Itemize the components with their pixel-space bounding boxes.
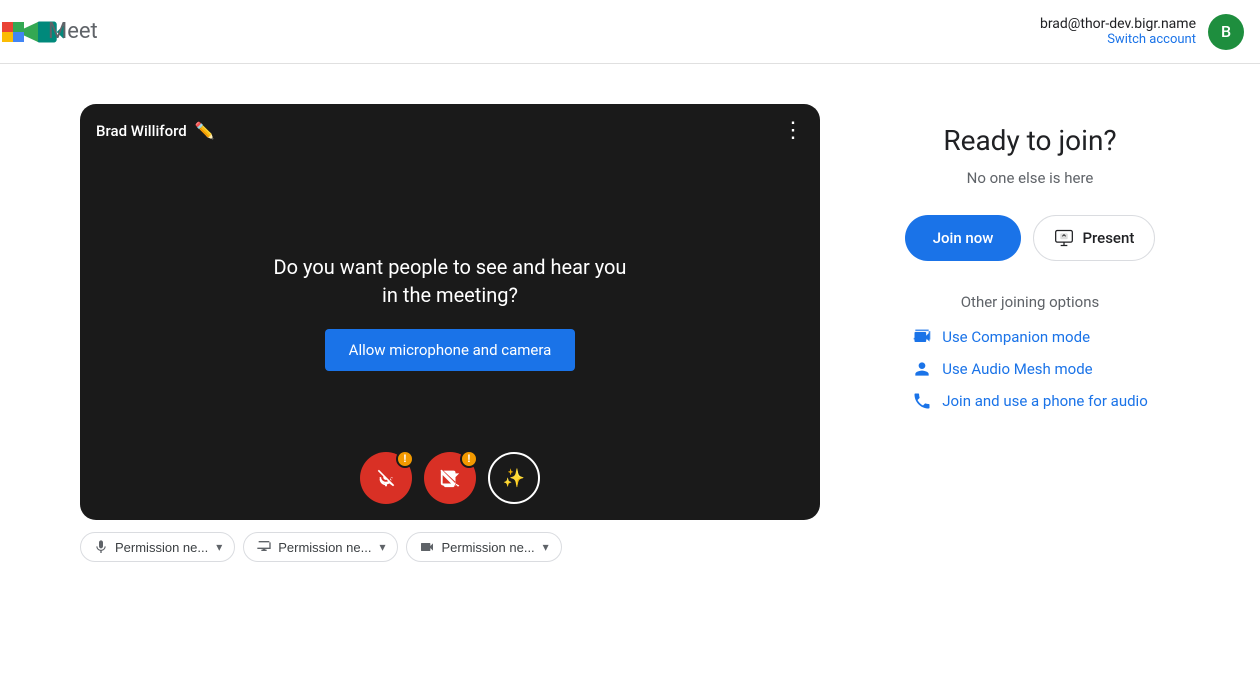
present-label: Present [1082,229,1134,247]
companion-mode-label: Use Companion mode [942,328,1090,346]
camera-permission-bar[interactable]: Permission ne... ▾ [406,532,561,562]
no-one-subtitle: No one else is here [967,169,1094,187]
edit-name-icon[interactable]: ✏️ [195,121,215,140]
camera-off-icon [439,467,461,489]
video-header: Brad Williford ✏️ ⋮ [80,104,820,157]
more-options-icon[interactable]: ⋮ [782,118,804,143]
other-options-title: Other joining options [961,293,1100,311]
join-buttons: Join now Present [905,215,1156,261]
video-section: Brad Williford ✏️ ⋮ Do you want people t… [80,104,820,562]
header-user-area: brad@thor-dev.bigr.name Switch account B [1040,14,1244,50]
mic-permission-bar[interactable]: Permission ne... ▾ [80,532,235,562]
audio-mesh-icon [912,359,932,379]
camera-off-button[interactable]: ! [424,452,476,504]
video-controls: ! ! ✨ [360,452,540,504]
phone-audio-icon [912,391,932,411]
user-info-block: brad@thor-dev.bigr.name Switch account [1040,16,1196,47]
video-prompt-text: Do you want people to see and hear you i… [265,253,635,309]
screen-permission-label: Permission ne... [278,540,371,555]
user-email-label: brad@thor-dev.bigr.name [1040,16,1196,32]
main-content: Brad Williford ✏️ ⋮ Do you want people t… [0,64,1260,602]
present-screen-icon [1054,228,1074,248]
video-username: Brad Williford ✏️ [96,121,215,140]
audio-mesh-label: Use Audio Mesh mode [942,360,1092,378]
companion-mode-icon [912,327,932,347]
present-button[interactable]: Present [1033,215,1155,261]
allow-camera-button[interactable]: Allow microphone and camera [325,329,576,371]
switch-account-link[interactable]: Switch account [1040,32,1196,47]
mic-icon [93,539,109,555]
other-options-list: Use Companion mode Use Audio Mesh mode J… [912,327,1148,411]
screen-icon [256,539,272,555]
app-title: Meet [48,19,98,44]
mic-chevron-icon: ▾ [216,540,222,554]
video-preview: Brad Williford ✏️ ⋮ Do you want people t… [80,104,820,520]
phone-audio-label: Join and use a phone for audio [942,392,1148,410]
join-section: Ready to join? No one else is here Join … [880,104,1180,411]
mic-off-icon [375,467,397,489]
camera-permission-label: Permission ne... [441,540,534,555]
mic-permission-label: Permission ne... [115,540,208,555]
header-logo-area: Meet [16,12,98,52]
phone-audio-link[interactable]: Join and use a phone for audio [912,391,1148,411]
camera-warning-badge: ! [460,450,478,468]
video-message-area: Do you want people to see and hear you i… [265,253,635,371]
app-header: Meet brad@thor-dev.bigr.name Switch acco… [0,0,1260,64]
join-now-button[interactable]: Join now [905,215,1022,261]
audio-mesh-link[interactable]: Use Audio Mesh mode [912,359,1092,379]
meet-svg-logo [0,12,40,52]
user-avatar[interactable]: B [1208,14,1244,50]
screen-chevron-icon: ▾ [379,540,385,554]
camera-chevron-icon: ▾ [543,540,549,554]
sparkle-icon: ✨ [503,468,525,489]
mute-button[interactable]: ! [360,452,412,504]
camera-icon [419,539,435,555]
permission-bars: Permission ne... ▾ Permission ne... ▾ Pe… [80,532,820,562]
meet-logo-final [0,12,40,52]
screen-permission-bar[interactable]: Permission ne... ▾ [243,532,398,562]
mic-warning-badge: ! [396,450,414,468]
effects-button[interactable]: ✨ [488,452,540,504]
ready-to-join-title: Ready to join? [943,124,1116,157]
companion-mode-link[interactable]: Use Companion mode [912,327,1090,347]
